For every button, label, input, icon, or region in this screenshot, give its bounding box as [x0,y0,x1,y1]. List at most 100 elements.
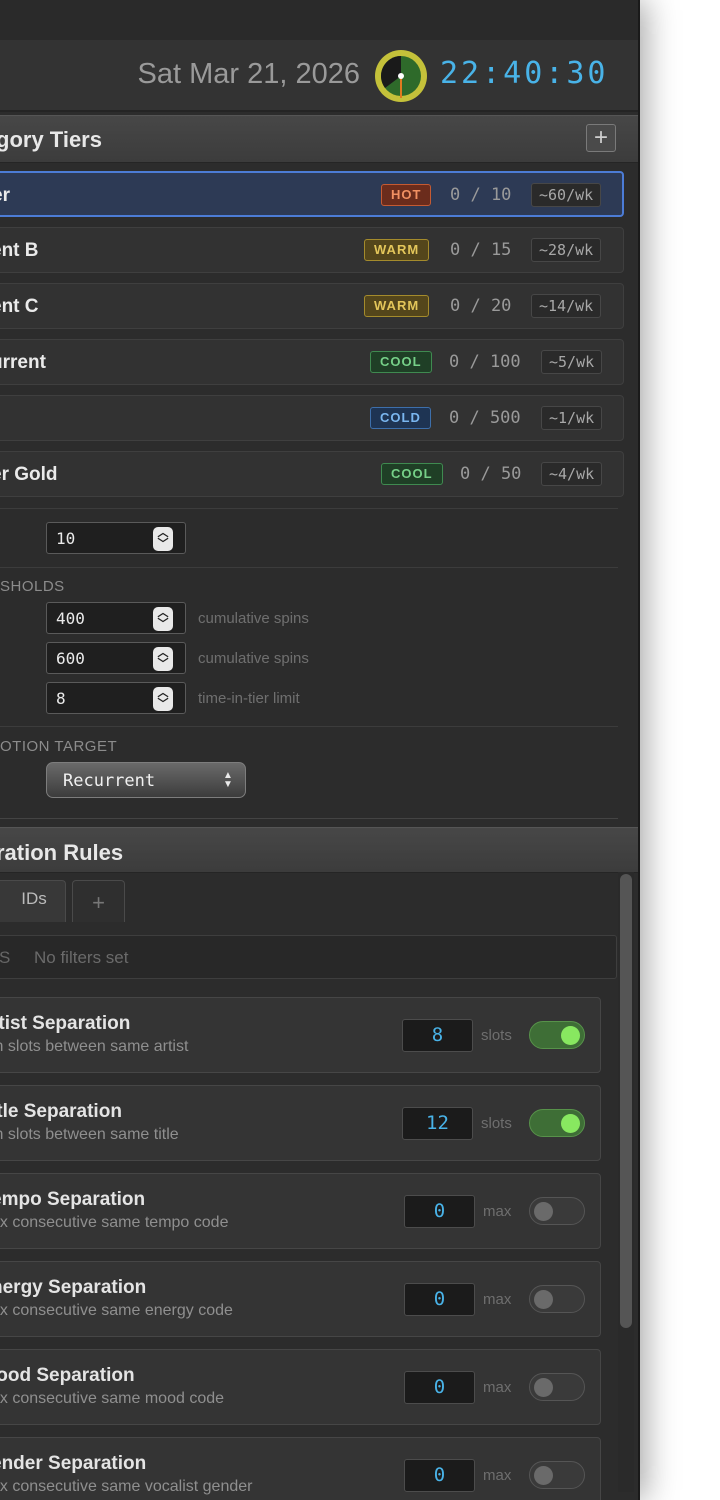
tier-rate: ~5/wk [541,350,603,374]
current-time: 22:40:30 [440,56,609,91]
thresholds-caption: SHOLDS [0,578,65,595]
rule-unit: max [483,1203,512,1220]
tier-heat-badge: COOL [370,351,432,373]
toggle-knob [561,1114,580,1133]
app-window: Sat Mar 21, 2026 22:40:30 gory Tiers + e… [0,0,640,1500]
tier-row[interactable]: urrent COOL 0 / 100 ~5/wk [0,339,624,385]
threshold-hint: cumulative spins [198,610,309,627]
stepper-arrows-icon[interactable]: ︿ ﹀ [153,607,173,631]
separation-rule-card: empo Separation ax consecutive same tempo… [0,1173,601,1249]
threshold-value: 600 [56,649,85,668]
rule-title: lood Separation [0,1365,135,1386]
tier-count: 0 / 10 [450,185,512,205]
tier-count: 0 / 20 [450,296,512,316]
rule-description: ax consecutive same energy code [0,1302,233,1319]
separation-rule-card: nergy Separation ax consecutive same ener… [0,1261,601,1337]
separation-rule-card: itle Separation in slots between same tit… [0,1085,601,1161]
rule-description: in slots between same title [0,1126,179,1143]
rule-enable-toggle[interactable] [529,1373,585,1401]
select-arrows-icon: ▲ ▼ [223,770,233,790]
tier-name: er Gold [0,464,58,485]
tier-heat-badge: COOL [381,463,443,485]
toggle-knob [534,1378,553,1397]
clock-icon [375,50,427,102]
rule-unit: max [483,1379,512,1396]
divider [0,726,618,727]
toggle-knob [561,1026,580,1045]
stepper-arrows-icon[interactable]: ︿ ﹀ [153,647,173,671]
filters-label: S [0,948,12,967]
tier-row[interactable]: ent B WARM 0 / 15 ~28/wk [0,227,624,273]
promotion-target-value: Recurrent [63,771,156,791]
tier-row[interactable]: er HOT 0 / 10 ~60/wk [0,171,624,217]
rule-value-input[interactable]: 8 [402,1019,473,1052]
add-tab-button[interactable]: + [72,880,125,922]
rule-unit: slots [481,1115,512,1132]
filters-value: No filters set [34,948,129,967]
tiers-section-header: gory Tiers + [0,115,638,163]
tier-heat-badge: COLD [370,407,431,429]
separation-rule-card: rtist Separation in slots between same ar… [0,997,601,1073]
rule-enable-toggle[interactable] [529,1285,585,1313]
scrollbar[interactable] [618,872,634,1492]
rule-title: itle Separation [0,1101,122,1122]
threshold-hint: cumulative spins [198,650,309,667]
rule-enable-toggle[interactable] [529,1461,585,1489]
rule-enable-toggle[interactable] [529,1109,585,1137]
rule-value-input[interactable]: 0 [404,1283,475,1316]
title-bar [0,0,638,41]
scrollbar-thumb[interactable] [620,874,632,1328]
tier-name: er [0,185,10,206]
rule-enable-toggle[interactable] [529,1197,585,1225]
tier-rate: ~14/wk [531,294,602,318]
stepper-arrows-icon[interactable]: ︿ ﹀ [153,527,173,551]
rule-description: ax consecutive same vocalist gender [0,1478,253,1495]
tier-count: 0 / 100 [449,352,521,372]
toggle-knob [534,1202,553,1221]
rule-value-input[interactable]: 0 [404,1371,475,1404]
threshold-hint: time-in-tier limit [198,690,300,707]
rule-value-input[interactable]: 12 [402,1107,473,1140]
tier-size-stepper[interactable]: 10 ︿ ﹀ [46,522,186,554]
rule-description: ax consecutive same mood code [0,1390,225,1407]
separation-rule-card: ender Separation ax consecutive same voca… [0,1437,601,1500]
rule-unit: slots [481,1027,512,1044]
current-date: Sat Mar 21, 2026 [137,58,360,90]
tier-row[interactable]: er Gold COOL 0 / 50 ~4/wk [0,451,624,497]
separation-section-title: ration Rules [0,840,124,865]
separation-section-header: ration Rules [0,827,638,873]
tier-rate: ~4/wk [541,462,603,486]
tier-heat-badge: WARM [364,239,430,261]
threshold-stepper-1[interactable]: 400 ︿ ﹀ [46,602,186,634]
tier-heat-badge: WARM [364,295,430,317]
rule-title: empo Separation [0,1189,146,1210]
tiers-section-title: gory Tiers [0,127,102,152]
rule-title: nergy Separation [0,1277,147,1298]
add-tier-button[interactable]: + [586,124,616,152]
tier-rate: ~1/wk [541,406,603,430]
rule-description: in slots between same artist [0,1038,189,1055]
toggle-knob [534,1466,553,1485]
tier-name: ent B [0,240,39,261]
promotion-target-select[interactable]: Recurrent ▲ ▼ [46,762,246,798]
rule-enable-toggle[interactable] [529,1021,585,1049]
threshold-stepper-2[interactable]: 600 ︿ ﹀ [46,642,186,674]
tier-heat-badge: HOT [381,184,432,206]
rule-unit: max [483,1467,512,1484]
rule-value-input[interactable]: 0 [404,1459,475,1492]
tier-count: 0 / 50 [460,464,522,484]
tier-count: 0 / 500 [449,408,521,428]
divider [0,567,618,568]
tier-rate: ~28/wk [531,238,602,262]
filters-bar[interactable]: S No filters set [0,935,617,979]
rule-unit: max [483,1291,512,1308]
rule-title: rtist Separation [0,1013,131,1034]
tier-size-value: 10 [56,529,76,548]
promotion-caption: OTION TARGET [0,738,118,755]
rule-value-input[interactable]: 0 [404,1195,475,1228]
tab-ids[interactable]: IDs [0,880,66,922]
tier-row[interactable]: ent C WARM 0 / 20 ~14/wk [0,283,624,329]
threshold-stepper-3[interactable]: 8 ︿ ﹀ [46,682,186,714]
stepper-arrows-icon[interactable]: ︿ ﹀ [153,687,173,711]
tier-row[interactable]: COLD 0 / 500 ~1/wk [0,395,624,441]
